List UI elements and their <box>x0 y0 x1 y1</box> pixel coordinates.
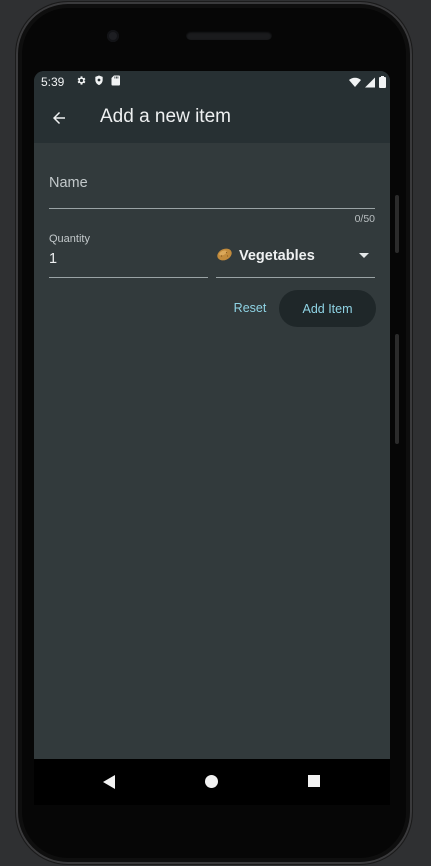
status-bar: 5:39 <box>34 71 390 93</box>
wifi-icon <box>349 77 361 87</box>
category-dropdown[interactable]: Vegetables <box>216 229 375 278</box>
volume-button <box>395 334 399 444</box>
quantity-field-value: 1 <box>49 251 58 267</box>
status-time: 5:39 <box>41 75 65 89</box>
sd-card-icon <box>111 75 120 86</box>
earpiece-speaker <box>186 31 272 40</box>
arrow-left-icon <box>53 112 65 124</box>
system-nav-bar <box>34 759 390 805</box>
power-button <box>395 195 399 253</box>
quantity-field[interactable]: Quantity 1 <box>49 229 208 278</box>
quantity-field-label: Quantity <box>49 233 90 245</box>
app-bar: Add a new item <box>34 93 390 143</box>
add-item-button[interactable]: Add Item <box>279 290 376 327</box>
name-field-label: Name <box>49 175 88 191</box>
front-camera <box>107 30 119 42</box>
app-screen: 5:39 Add a new item Name 0/50 Quantity 1… <box>34 71 390 759</box>
battery-icon <box>379 76 386 88</box>
status-left-icons <box>76 75 120 86</box>
reset-button[interactable]: Reset <box>225 291 275 325</box>
category-dropdown-value: Vegetables <box>239 248 315 264</box>
page-title: Add a new item <box>100 106 231 127</box>
name-character-counter: 0/50 <box>354 213 375 225</box>
square-recents-icon[interactable] <box>308 775 320 787</box>
gear-icon <box>77 76 86 85</box>
shield-icon <box>95 75 103 86</box>
status-right-icons <box>349 76 386 88</box>
name-field[interactable]: Name <box>49 151 375 209</box>
chevron-down-icon <box>359 253 369 258</box>
triangle-back-icon[interactable] <box>103 775 115 789</box>
back-button[interactable] <box>45 104 73 132</box>
potato-icon <box>217 248 232 261</box>
circle-home-icon[interactable] <box>205 775 218 788</box>
signal-icon <box>365 77 375 87</box>
